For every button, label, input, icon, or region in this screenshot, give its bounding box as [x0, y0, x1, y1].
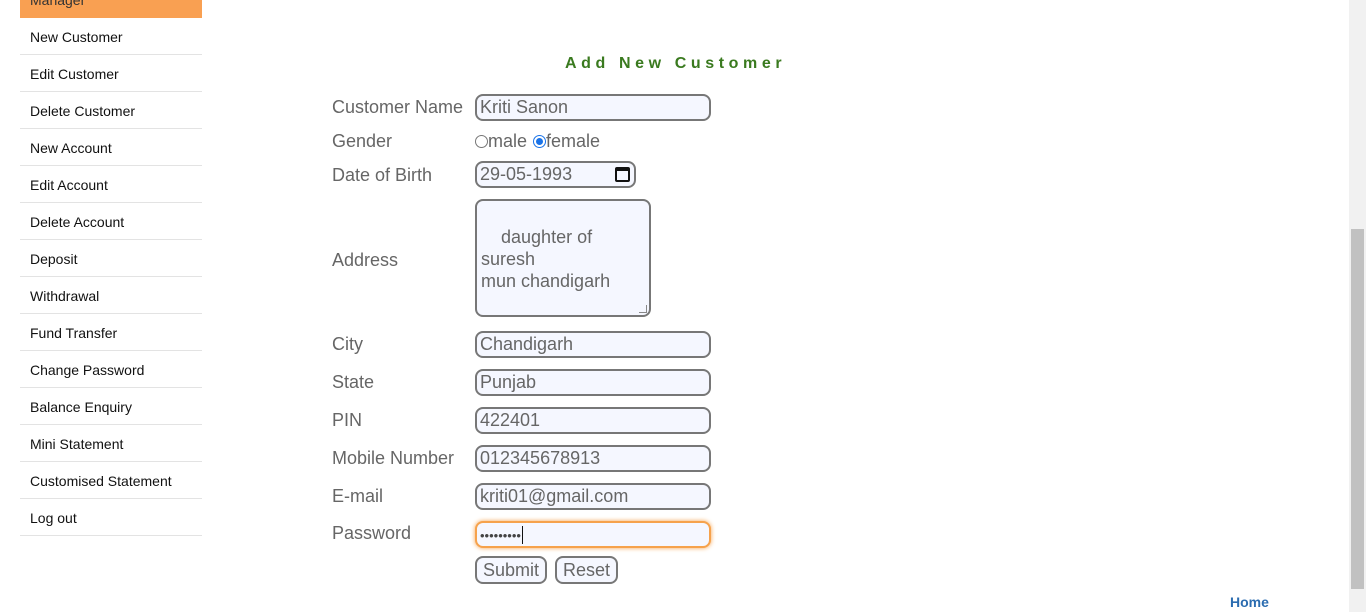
sidebar-item-customised-statement[interactable]: Customised Statement — [20, 462, 202, 499]
customer-name-input[interactable]: Kriti Sanon — [475, 94, 711, 121]
mobile-input[interactable]: 012345678913 — [475, 445, 711, 472]
home-link[interactable]: Home — [1230, 594, 1269, 610]
mobile-label: Mobile Number — [332, 448, 455, 468]
password-label: Password — [332, 523, 412, 543]
gender-male-radio[interactable] — [475, 135, 488, 148]
email-value: kriti01@gmail.com — [480, 486, 629, 506]
gender-male-label: male — [488, 131, 528, 151]
email-input[interactable]: kriti01@gmail.com — [475, 483, 711, 510]
sidebar-item-log-out[interactable]: Log out — [20, 499, 202, 536]
sidebar-list: New Customer Edit Customer Delete Custom… — [20, 18, 202, 536]
sidebar-item-new-customer[interactable]: New Customer — [20, 18, 202, 55]
sidebar-menu: Manager New Customer Edit Customer Delet… — [20, 0, 202, 536]
sidebar-item-change-password[interactable]: Change Password — [20, 351, 202, 388]
gender-female-radio[interactable] — [533, 135, 547, 148]
address-value: daughter of suresh mun chandigarh — [481, 227, 611, 291]
email-label: E-mail — [332, 486, 384, 506]
password-value: ••••••••• — [480, 528, 521, 543]
page-title: Add New Customer — [565, 55, 787, 72]
resize-grip-icon[interactable] — [639, 305, 647, 313]
mobile-value: 012345678913 — [480, 448, 601, 468]
sidebar-item-withdrawal[interactable]: Withdrawal — [20, 277, 202, 314]
sidebar-item-deposit[interactable]: Deposit — [20, 240, 202, 277]
state-value: Punjab — [480, 372, 537, 392]
sidebar-item-new-account[interactable]: New Account — [20, 129, 202, 166]
submit-button[interactable]: Submit — [475, 556, 548, 584]
sidebar-item-delete-account[interactable]: Delete Account — [20, 203, 202, 240]
dob-value: 29-05-1993 — [480, 164, 573, 184]
sidebar-item-edit-customer[interactable]: Edit Customer — [20, 55, 202, 92]
city-value: Chandigarh — [480, 334, 574, 354]
sidebar-item-fund-transfer[interactable]: Fund Transfer — [20, 314, 202, 351]
sidebar-item-edit-account[interactable]: Edit Account — [20, 166, 202, 203]
sidebar-item-mini-statement[interactable]: Mini Statement — [20, 425, 202, 462]
pin-value: 422401 — [480, 410, 541, 430]
sidebar-header-label: Manager — [30, 0, 86, 8]
gender-female-label: female — [546, 131, 601, 151]
reset-button[interactable]: Reset — [555, 556, 619, 584]
customer-name-value: Kriti Sanon — [480, 97, 569, 117]
customer-name-label: Customer Name — [332, 97, 464, 117]
sidebar-item-balance-enquiry[interactable]: Balance Enquiry — [20, 388, 202, 425]
text-cursor — [521, 526, 523, 545]
state-label: State — [332, 372, 375, 392]
calendar-icon[interactable] — [615, 167, 630, 182]
sidebar-item-delete-customer[interactable]: Delete Customer — [20, 92, 202, 129]
dob-label: Date of Birth — [332, 165, 433, 185]
address-textarea[interactable]: daughter of suresh mun chandigarh — [475, 199, 651, 317]
address-label: Address — [332, 250, 399, 270]
pin-label: PIN — [332, 410, 363, 430]
vertical-scrollbar-thumb[interactable] — [1351, 229, 1364, 589]
dob-input[interactable]: 29-05-1993 — [475, 161, 636, 188]
page: Manager New Customer Edit Customer Delet… — [0, 0, 1366, 612]
city-input[interactable]: Chandigarh — [475, 331, 711, 358]
gender-label: Gender — [332, 131, 393, 151]
city-label: City — [332, 334, 363, 354]
password-input[interactable]: ••••••••• — [475, 521, 711, 548]
gender-radio-group: male female — [475, 131, 600, 152]
sidebar-header[interactable]: Manager — [20, 0, 202, 18]
state-input[interactable]: Punjab — [475, 369, 711, 396]
pin-input[interactable]: 422401 — [475, 407, 711, 434]
